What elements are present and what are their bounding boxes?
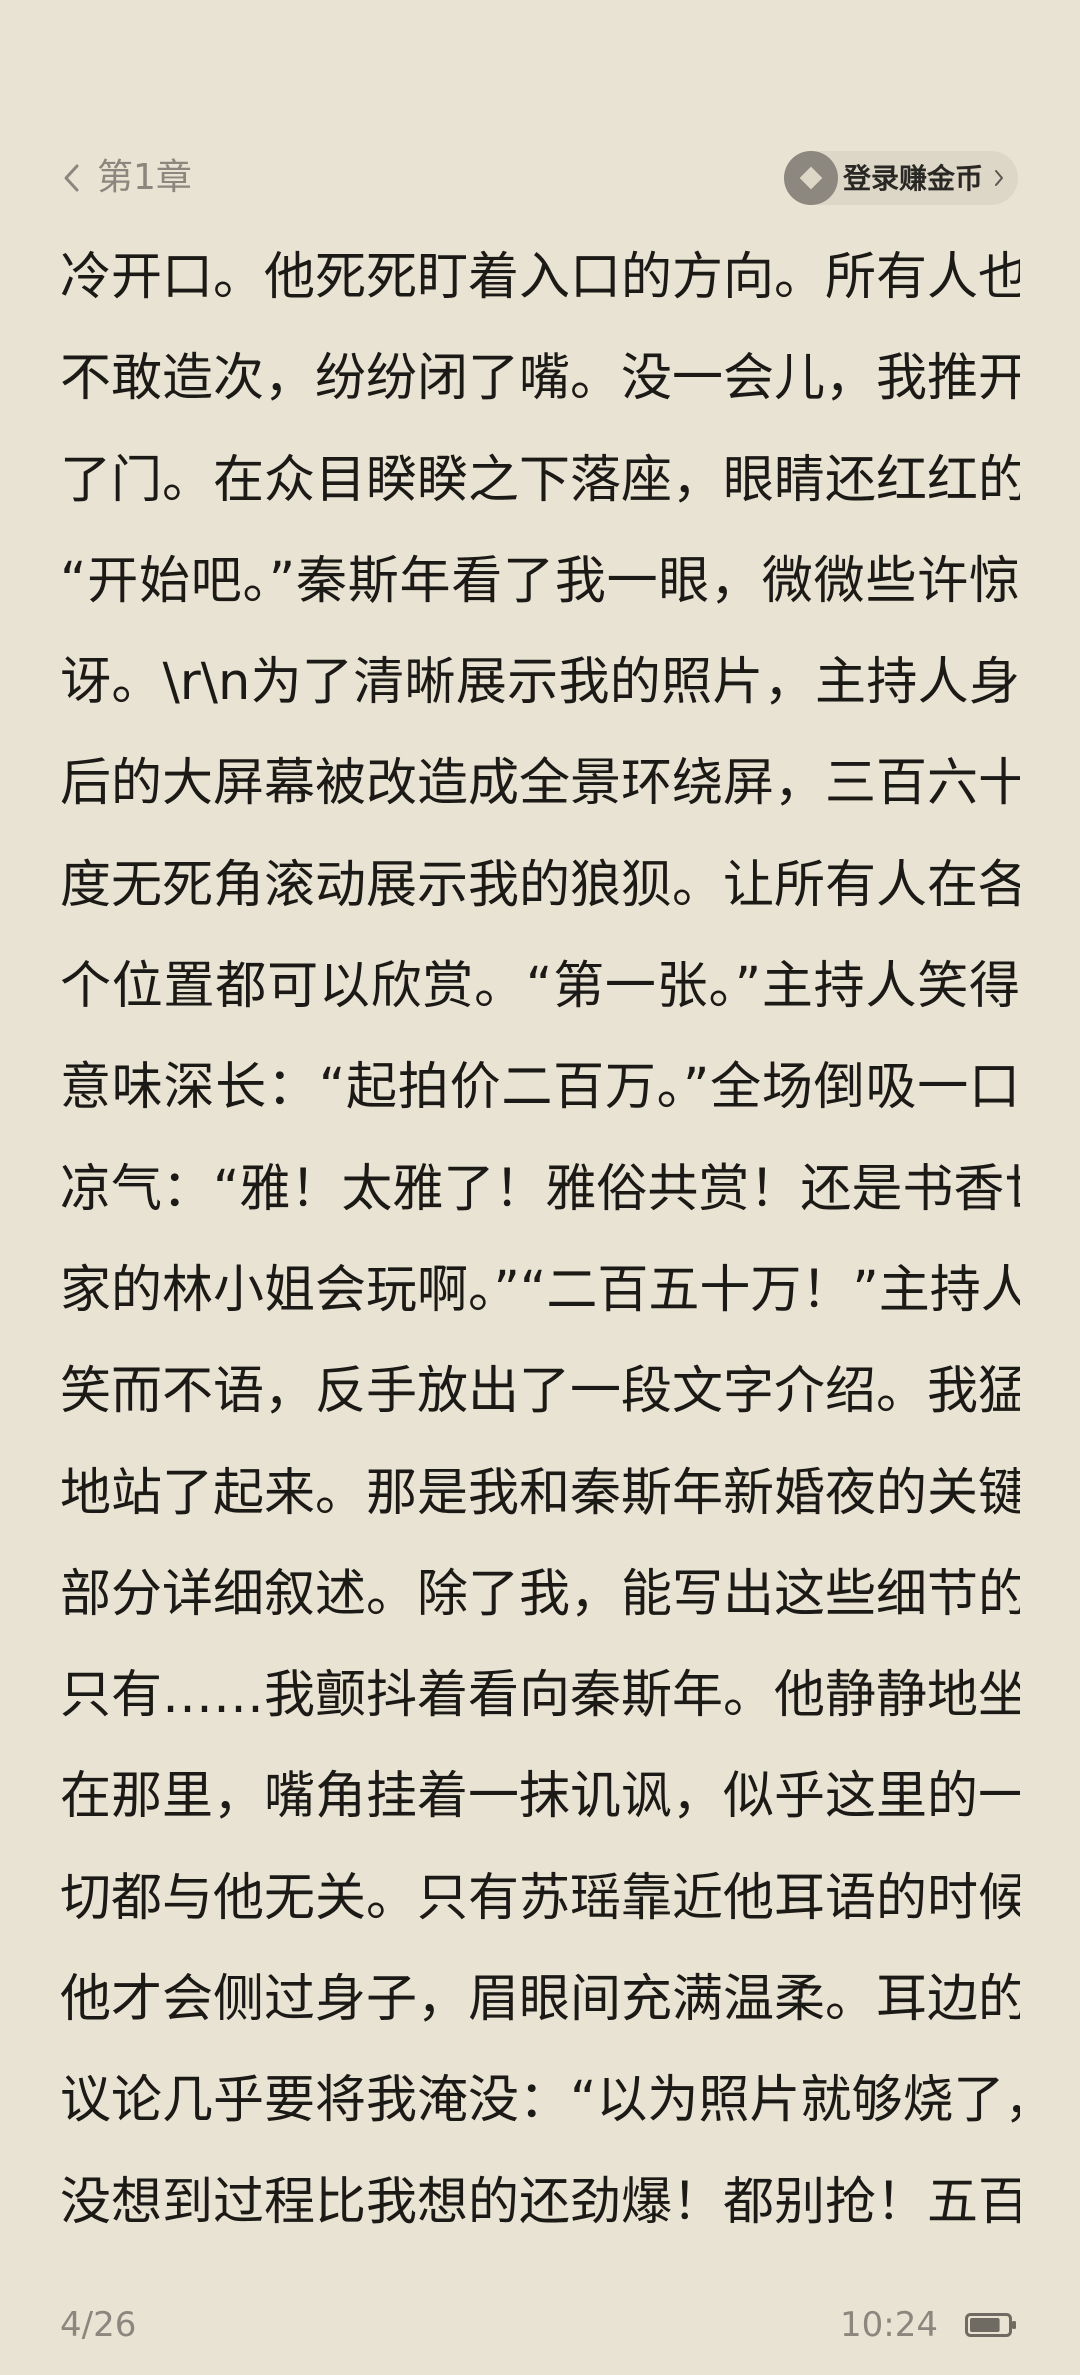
reader-footer: 4/26 10:24 (0, 2300, 1080, 2350)
clock: 10:24 (840, 2305, 938, 2345)
text-line: 他才会侧过身子，眉眼间充满温柔。耳边的 (60, 1970, 1020, 2030)
text-line: 只有……我颤抖着看向秦斯年。他静静地坐 (60, 1666, 1020, 1726)
login-earn-coins-label: 登录赚金币 (843, 162, 984, 195)
text-line: 了门。在众目睽睽之下落座，眼睛还红红的： (60, 450, 1020, 510)
text-line: 没想到过程比我想的还劲爆！都别抢！五百 (60, 2172, 1020, 2232)
text-line: “开始吧。”秦斯年看了我一眼，微微些许惊 (60, 551, 1020, 611)
text-line: 讶。\r\n为了清晰展示我的照片，主持人身 (60, 653, 1020, 713)
text-line: 切都与他无关。只有苏瑶靠近他耳语的时候， (60, 1868, 1020, 1928)
chevron-right-icon (995, 170, 1003, 186)
text-line: 凉气：“雅！太雅了！雅俗共赏！还是书香世 (60, 1159, 1020, 1219)
text-line: 度无死角滚动展示我的狼狈。让所有人在各 (60, 855, 1020, 915)
text-line: 冷开口。他死死盯着入口的方向。所有人也 (60, 248, 1020, 307)
chevron-left-icon (64, 164, 79, 192)
text-line: 家的林小姐会玩啊。”“二百五十万！”主持人 (60, 1260, 1020, 1320)
text-line: 部分详细叙述。除了我，能写出这些细节的 (60, 1564, 1020, 1624)
text-line: 地站了起来。那是我和秦斯年新婚夜的关键 (60, 1463, 1020, 1523)
battery-icon (965, 2313, 1016, 2337)
text-line: 意味深长：“起拍价二百万。”全场倒吸一口 (60, 1058, 1020, 1118)
text-line: 议论几乎要将我淹没：“以为照片就够烧了， (60, 2071, 1020, 2131)
text-line: 后的大屏幕被改造成全景环绕屏，三百六十 (60, 754, 1020, 814)
login-earn-coins-button[interactable]: 登录赚金币 (784, 151, 1018, 205)
page-indicator: 4/26 (60, 2305, 137, 2345)
text-line: 不敢造次，纷纷闭了嘴。没一会儿，我推开 (60, 349, 1020, 409)
text-line: 在那里，嘴角挂着一抹讥讽，似乎这里的一 (60, 1767, 1020, 1827)
back-button[interactable] (56, 158, 86, 198)
coin-diamond-icon (784, 151, 838, 205)
text-line: 个位置都可以欣赏。“第一张。”主持人笑得 (60, 957, 1020, 1017)
reader-header: 第1章 登录赚金币 (0, 140, 1080, 218)
chapter-title[interactable]: 第1章 (97, 154, 192, 202)
chapter-text[interactable]: 冷开口。他死死盯着入口的方向。所有人也 不敢造次，纷纷闭了嘴。没一会儿，我推开 了门… (60, 227, 1020, 2275)
text-line: 笑而不语，反手放出了一段文字介绍。我猛 (60, 1362, 1020, 1422)
